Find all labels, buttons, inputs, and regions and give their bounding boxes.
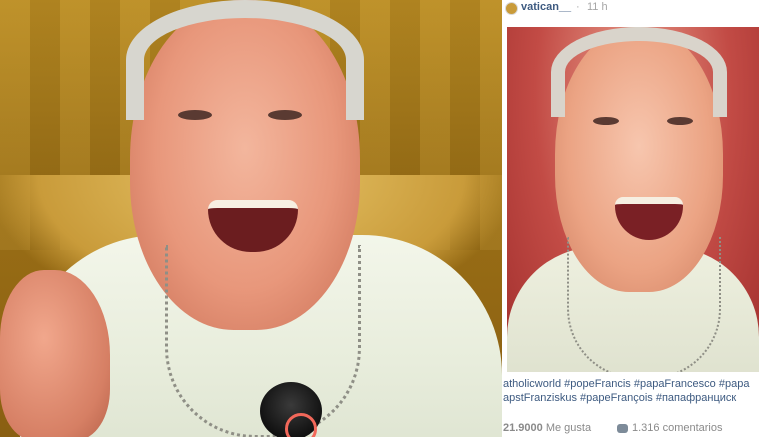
right-eye [268, 110, 302, 120]
microphone-ring [285, 413, 317, 437]
left-eye [178, 110, 212, 120]
caption-line-2[interactable]: apstFranziskus #papeFrançois #папафранци… [503, 391, 762, 405]
avatar[interactable] [505, 2, 518, 15]
speech-bubble-icon [617, 424, 628, 433]
hair [126, 0, 364, 120]
likes-label: Me gusta [545, 422, 592, 434]
left-photo [0, 0, 502, 437]
post-caption: atholicworld #popeFrancis #papaFrancesco… [503, 377, 762, 405]
separator: · [576, 1, 580, 13]
hair [551, 27, 727, 117]
username[interactable]: vatican__ [521, 1, 571, 13]
raised-hand [0, 270, 110, 437]
chain [567, 237, 721, 372]
left-eye [593, 117, 619, 125]
post-time[interactable]: 11 h [587, 1, 608, 13]
caption-line-1[interactable]: atholicworld #popeFrancis #papaFrancesco… [503, 377, 762, 391]
likes[interactable]: 21.9000 Me gusta [503, 422, 591, 434]
post-footer: 21.9000 Me gusta 1.316 comentarios [503, 420, 762, 437]
right-eye [667, 117, 693, 125]
likes-count: 21.9000 [503, 422, 543, 434]
comments-count[interactable]: 1.316 comentarios [632, 422, 723, 434]
post-photo[interactable] [507, 27, 759, 372]
